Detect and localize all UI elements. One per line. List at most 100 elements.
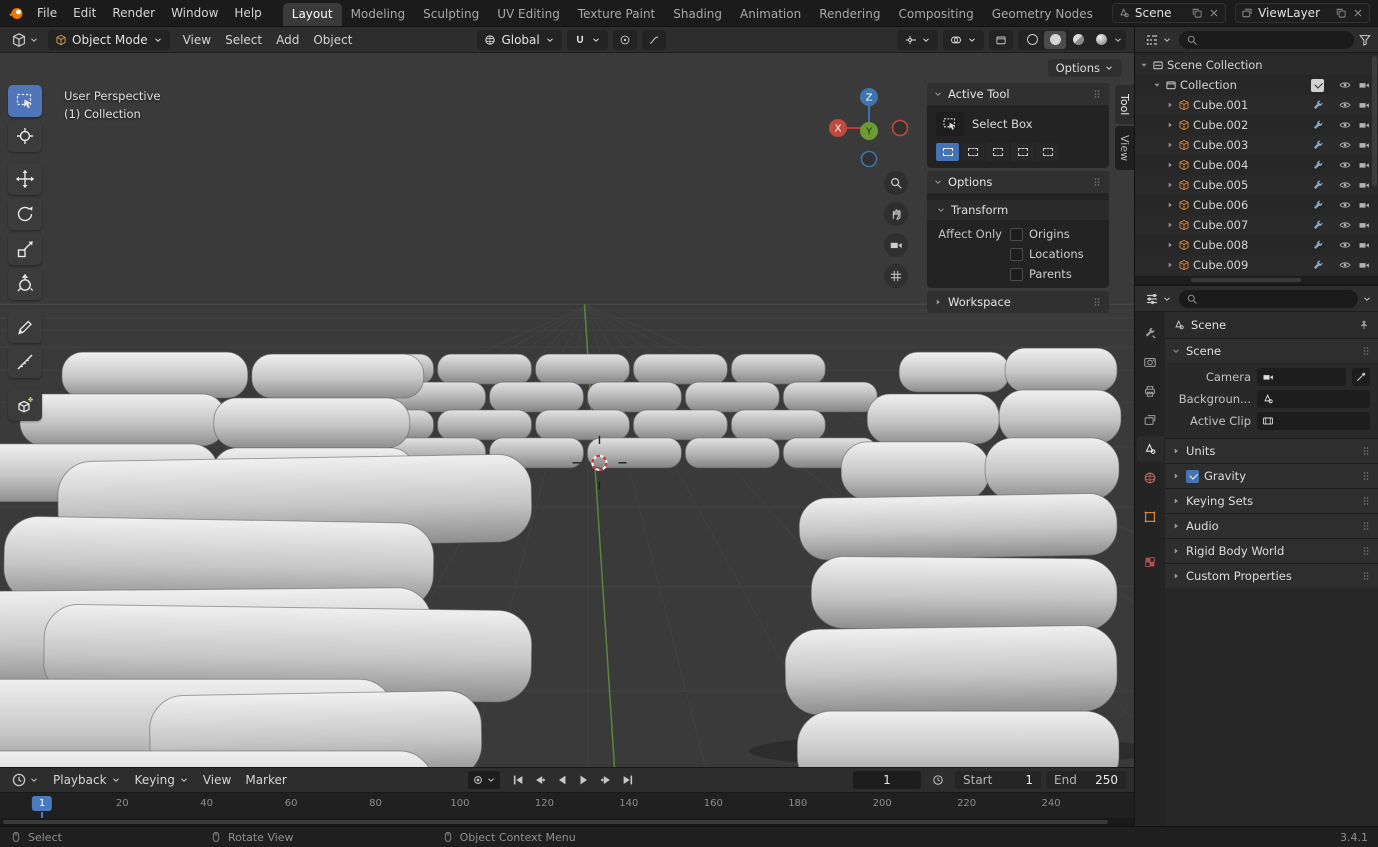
workspace-header[interactable]: Workspace <box>927 291 1109 313</box>
camera-visibility-icon[interactable] <box>1358 159 1370 171</box>
tab-view-layer[interactable] <box>1137 407 1164 433</box>
viewlayer-remove-icon[interactable] <box>1352 7 1364 19</box>
auto-keying-button[interactable] <box>467 771 500 789</box>
transform-tool[interactable] <box>8 268 42 300</box>
viewport-menu-add[interactable]: Add <box>269 30 306 50</box>
grip-icon[interactable] <box>1360 495 1372 507</box>
outliner-vscrollbar[interactable] <box>1372 56 1377 186</box>
jump-to-end-button[interactable] <box>618 771 638 789</box>
transform-subpanel-header[interactable]: Transform <box>927 200 1109 220</box>
camera-visibility-icon[interactable] <box>1358 199 1370 211</box>
workspace-tab-animation[interactable]: Animation <box>731 3 810 26</box>
select-box-tool[interactable] <box>8 85 42 117</box>
modifier-wrench-icon[interactable] <box>1312 99 1324 111</box>
workspace-tab-shading[interactable]: Shading <box>664 3 731 26</box>
measure-tool[interactable] <box>8 346 42 378</box>
scene-name[interactable]: Scene <box>1135 6 1186 20</box>
sidebar-tab-view[interactable]: View <box>1115 126 1134 171</box>
disclosure-icon[interactable] <box>1165 100 1177 110</box>
grip-icon[interactable] <box>1360 520 1372 532</box>
grip-icon[interactable] <box>1360 345 1372 357</box>
select-mode-set[interactable] <box>936 143 959 161</box>
show-gizmo-dropdown[interactable] <box>897 29 938 50</box>
checkbox-box[interactable] <box>1010 227 1023 241</box>
modifier-wrench-icon[interactable] <box>1312 159 1324 171</box>
checkbox-parents[interactable]: Parents <box>1010 267 1100 281</box>
viewlayer-selector[interactable]: ViewLayer <box>1235 3 1370 23</box>
disclosure-icon[interactable] <box>1165 140 1177 150</box>
modifier-wrench-icon[interactable] <box>1312 259 1324 271</box>
section-header-keying-sets[interactable]: Keying Sets <box>1165 489 1378 513</box>
modifier-wrench-icon[interactable] <box>1312 219 1324 231</box>
properties-search[interactable] <box>1179 289 1358 308</box>
scene-unlink-icon[interactable] <box>1208 7 1220 19</box>
start-frame-field[interactable]: Start 1 <box>955 771 1041 789</box>
menu-file[interactable]: File <box>29 3 65 23</box>
workspace-tab-geometry-nodes[interactable]: Geometry Nodes <box>983 3 1102 26</box>
tab-object[interactable] <box>1137 504 1164 530</box>
viewport-menu-object[interactable]: Object <box>306 30 359 50</box>
hide-eye-icon[interactable] <box>1339 159 1351 171</box>
modifier-wrench-icon[interactable] <box>1312 139 1324 151</box>
workspace-tab-sculpting[interactable]: Sculpting <box>414 3 488 26</box>
menu-help[interactable]: Help <box>226 3 269 23</box>
scale-tool[interactable] <box>8 233 42 265</box>
hide-eye-icon[interactable] <box>1339 99 1351 111</box>
add-cube-tool[interactable] <box>8 389 42 421</box>
zoom-icon[interactable] <box>884 171 908 195</box>
playback-sync-icon[interactable] <box>926 770 950 790</box>
camera-visibility-icon[interactable] <box>1358 119 1370 131</box>
section-header-rigid-body-world[interactable]: Rigid Body World <box>1165 539 1378 563</box>
tab-world[interactable] <box>1137 465 1164 491</box>
grip-icon[interactable] <box>1360 545 1372 557</box>
jump-to-start-button[interactable] <box>508 771 528 789</box>
options-button[interactable]: Options <box>1047 59 1122 77</box>
menu-render[interactable]: Render <box>104 3 163 23</box>
shading-wireframe-button[interactable] <box>1021 31 1043 49</box>
blender-logo-icon[interactable] <box>8 4 24 22</box>
tab-scene[interactable] <box>1136 436 1164 462</box>
mode-dropdown[interactable]: Object Mode <box>48 29 170 50</box>
scene-selector[interactable]: Scene <box>1111 3 1227 23</box>
timeline-menu-keying[interactable]: Keying <box>128 771 196 789</box>
properties-options-icon[interactable] <box>1362 294 1372 304</box>
checkbox-locations[interactable]: Locations <box>1010 247 1100 261</box>
outliner-row-cube-006[interactable]: Cube.006 <box>1135 195 1378 215</box>
outliner-search-input[interactable] <box>1202 33 1347 46</box>
editor-type-button[interactable] <box>8 31 42 49</box>
playhead[interactable]: 1 <box>31 795 62 818</box>
disclosure-icon[interactable] <box>1165 120 1177 130</box>
select-mode-extend[interactable] <box>961 143 984 161</box>
tab-tool[interactable] <box>1137 320 1164 346</box>
grip-icon[interactable] <box>1360 470 1372 482</box>
disclosure-icon[interactable] <box>1165 220 1177 230</box>
grip-icon[interactable] <box>1091 296 1103 308</box>
timeline-editor-type-button[interactable] <box>8 771 42 789</box>
field-camera[interactable] <box>1257 368 1346 386</box>
hide-eye-icon[interactable] <box>1339 219 1351 231</box>
timeline-menu-view[interactable]: View <box>196 771 238 789</box>
workspace-tab-texture-paint[interactable]: Texture Paint <box>569 3 664 26</box>
tab-texture[interactable] <box>1137 549 1164 575</box>
outliner-search[interactable] <box>1179 30 1354 49</box>
play-button[interactable] <box>574 771 594 789</box>
proportional-edit-toggle[interactable] <box>612 29 637 50</box>
scene-new-icon[interactable] <box>1191 7 1203 19</box>
outliner-row-cube-007[interactable]: Cube.007 <box>1135 215 1378 235</box>
checkbox-box[interactable] <box>1010 267 1023 281</box>
viewport-menu-select[interactable]: Select <box>218 30 269 50</box>
menu-edit[interactable]: Edit <box>65 3 104 23</box>
navigation-gizmo[interactable]: Z X Y <box>826 85 912 171</box>
checkbox-origins[interactable]: Origins <box>1010 227 1100 241</box>
select-mode-invert[interactable] <box>1011 143 1034 161</box>
hide-eye-icon[interactable] <box>1339 199 1351 211</box>
timeline-menu-playback[interactable]: Playback <box>46 771 128 789</box>
cursor-tool[interactable] <box>8 120 42 152</box>
orthographic-toggle-icon[interactable] <box>884 264 908 288</box>
hide-eye-icon[interactable] <box>1339 239 1351 251</box>
modifier-wrench-icon[interactable] <box>1312 199 1324 211</box>
move-tool[interactable] <box>8 163 42 195</box>
viewlayer-new-icon[interactable] <box>1335 7 1347 19</box>
properties-editor-type-button[interactable] <box>1141 290 1175 308</box>
camera-visibility-icon[interactable] <box>1358 99 1370 111</box>
